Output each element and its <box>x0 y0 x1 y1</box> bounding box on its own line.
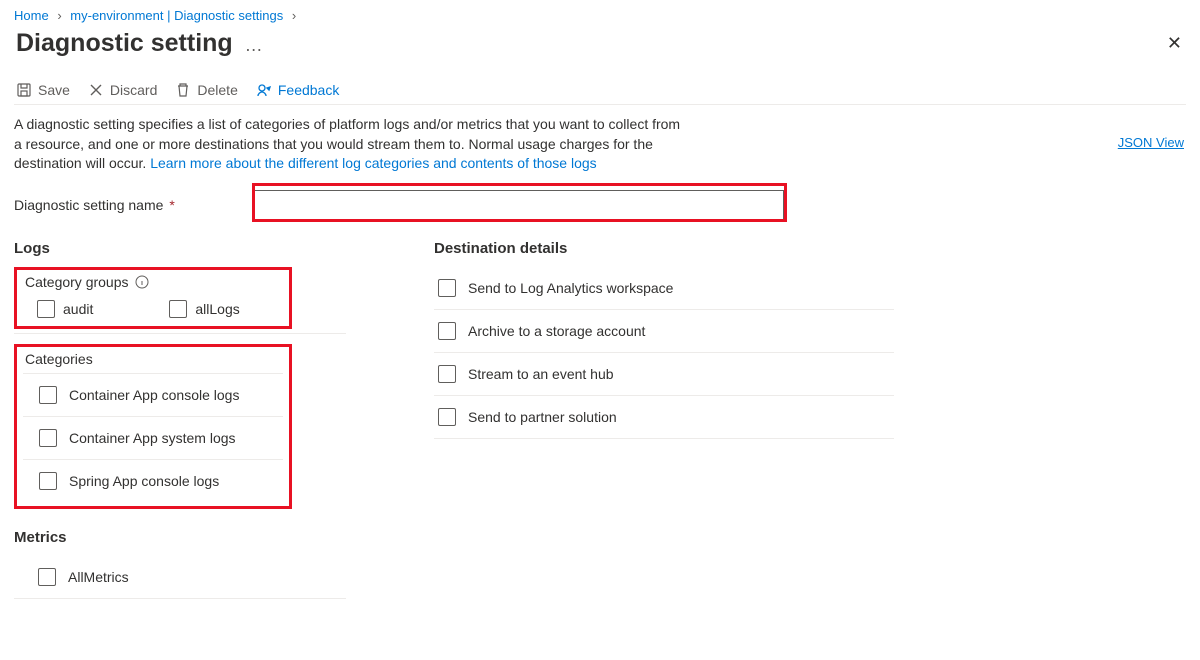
more-menu-button[interactable]: … <box>245 35 263 55</box>
delete-button[interactable]: Delete <box>175 82 237 98</box>
breadcrumb-home[interactable]: Home <box>14 8 49 23</box>
category-label-1: Container App system logs <box>69 430 236 446</box>
category-checkbox-2[interactable] <box>39 472 57 490</box>
learn-more-link[interactable]: Learn more about the different log categ… <box>150 155 596 171</box>
command-bar: Save Discard Delete Feedback <box>14 76 1186 105</box>
category-row[interactable]: Container App system logs <box>23 416 283 459</box>
destination-row[interactable]: Archive to a storage account <box>434 310 894 353</box>
dest-checkbox-1[interactable] <box>438 322 456 340</box>
feedback-label: Feedback <box>278 82 339 98</box>
destination-heading: Destination details <box>434 240 1186 257</box>
category-checkbox-0[interactable] <box>39 386 57 404</box>
categories-highlight: Categories Container App console logs Co… <box>14 344 292 509</box>
metrics-heading: Metrics <box>14 529 346 546</box>
x-icon <box>88 82 104 98</box>
category-label-0: Container App console logs <box>69 387 239 403</box>
name-field-label: Diagnostic setting name * <box>14 197 252 213</box>
breadcrumb-env[interactable]: my-environment | Diagnostic settings <box>70 8 283 23</box>
alllogs-label: allLogs <box>195 301 239 317</box>
category-row[interactable]: Container App console logs <box>23 373 283 416</box>
breadcrumb: Home › my-environment | Diagnostic setti… <box>14 8 1186 23</box>
close-icon[interactable]: ✕ <box>1163 29 1186 58</box>
allmetrics-label: AllMetrics <box>68 569 129 585</box>
info-icon[interactable] <box>135 275 149 289</box>
category-row[interactable]: Spring App console logs <box>23 459 283 502</box>
category-groups-text: Category groups <box>25 274 129 290</box>
alllogs-checkbox[interactable] <box>169 300 187 318</box>
dest-label-3: Send to partner solution <box>468 409 617 425</box>
dest-label-1: Archive to a storage account <box>468 323 645 339</box>
name-label-text: Diagnostic setting name <box>14 197 163 213</box>
destination-row[interactable]: Stream to an event hub <box>434 353 894 396</box>
chevron-right-icon: › <box>292 8 296 23</box>
dest-checkbox-2[interactable] <box>438 365 456 383</box>
json-view-link[interactable]: JSON View <box>1118 135 1184 150</box>
metrics-row[interactable]: AllMetrics <box>14 556 346 599</box>
categories-label: Categories <box>23 347 283 373</box>
save-label: Save <box>38 82 70 98</box>
feedback-button[interactable]: Feedback <box>256 82 339 98</box>
category-groups-label: Category groups <box>23 270 283 296</box>
audit-checkbox[interactable] <box>37 300 55 318</box>
checkbox-audit[interactable]: audit <box>37 300 93 318</box>
audit-label: audit <box>63 301 93 317</box>
dest-checkbox-0[interactable] <box>438 279 456 297</box>
dest-checkbox-3[interactable] <box>438 408 456 426</box>
destination-row[interactable]: Send to Log Analytics workspace <box>434 267 894 310</box>
description-text: A diagnostic setting specifies a list of… <box>14 115 684 174</box>
discard-label: Discard <box>110 82 157 98</box>
page-title: Diagnostic setting <box>16 29 233 58</box>
category-checkbox-1[interactable] <box>39 429 57 447</box>
diagnostic-setting-name-input[interactable] <box>252 190 784 220</box>
save-button[interactable]: Save <box>16 82 70 98</box>
feedback-icon <box>256 82 272 98</box>
trash-icon <box>175 82 191 98</box>
dest-label-2: Stream to an event hub <box>468 366 614 382</box>
chevron-right-icon: › <box>57 8 61 23</box>
discard-button[interactable]: Discard <box>88 82 157 98</box>
delete-label: Delete <box>197 82 237 98</box>
checkbox-alllogs[interactable]: allLogs <box>169 300 239 318</box>
logs-heading: Logs <box>14 240 394 257</box>
required-asterisk: * <box>169 197 174 213</box>
dest-label-0: Send to Log Analytics workspace <box>468 280 673 296</box>
allmetrics-checkbox[interactable] <box>38 568 56 586</box>
save-icon <box>16 82 32 98</box>
category-label-2: Spring App console logs <box>69 473 219 489</box>
divider <box>14 333 346 334</box>
destination-row[interactable]: Send to partner solution <box>434 396 894 439</box>
category-groups-highlight: Category groups audit allLogs <box>14 267 292 329</box>
